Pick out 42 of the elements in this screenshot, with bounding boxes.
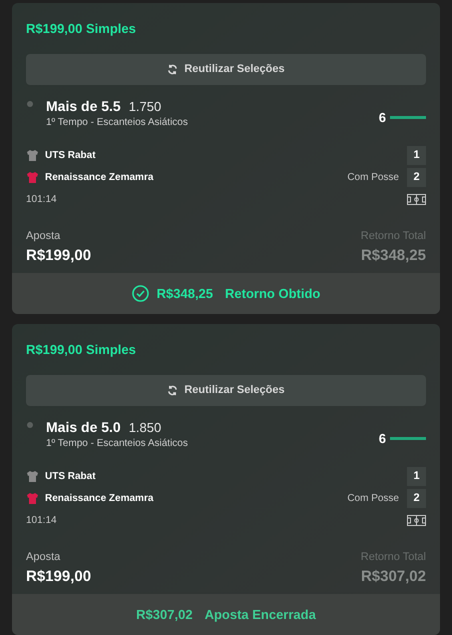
bet-title: R$199,00 Simples <box>26 20 137 38</box>
possession-label: Com Posse <box>347 492 399 506</box>
market-name: 1º Tempo - Escanteios Asiáticos <box>46 438 189 450</box>
refresh-icon <box>167 385 178 396</box>
selection-odds: 1.750 <box>128 98 162 116</box>
selection-score: 6 <box>378 109 386 127</box>
result-label: Aposta Encerrada <box>204 606 316 624</box>
return-amount: R$307,02 <box>360 566 426 586</box>
match-time: 101:14 <box>26 514 57 528</box>
team-score: 2 <box>407 488 426 508</box>
progress-line <box>390 116 426 120</box>
stake-amount: R$199,00 <box>26 246 92 266</box>
reuse-button[interactable]: Reutilizar Seleções <box>26 375 426 406</box>
reuse-button[interactable]: Reutilizar Seleções <box>26 54 426 85</box>
result-amount: R$307,02 <box>136 606 193 624</box>
refresh-icon <box>167 64 178 75</box>
return-label: Retorno Total <box>360 550 426 565</box>
market-name: 1º Tempo - Escanteios Asiáticos <box>46 117 189 129</box>
possession-label: Com Posse <box>347 170 399 184</box>
selection-odds: 1.850 <box>128 419 162 437</box>
selection-score: 6 <box>378 430 386 448</box>
team-name: Renaissance Zemamra <box>45 492 154 506</box>
match-time: 101:14 <box>26 193 57 207</box>
return-label: Retorno Total <box>360 229 426 244</box>
bet-title: R$199,00 Simples <box>26 341 137 359</box>
stake-amount: R$199,00 <box>26 566 92 586</box>
team-score: 2 <box>407 168 426 186</box>
team-score: 1 <box>407 146 426 164</box>
pitch-icon <box>407 515 426 526</box>
selection-name: Mais de 5.5 <box>46 97 121 116</box>
team-score: 1 <box>407 466 426 486</box>
team-name: UTS Rabat <box>45 148 97 162</box>
pitch-icon <box>407 194 426 205</box>
result-amount: R$348,25 <box>156 284 214 303</box>
selection-name: Mais de 5.0 <box>46 418 121 437</box>
stake-label: Aposta <box>26 550 62 565</box>
progress-line <box>390 437 426 440</box>
result-label: Retorno Obtido <box>225 284 320 303</box>
stake-label: Aposta <box>26 229 62 244</box>
team-name: UTS Rabat <box>45 470 97 484</box>
team-name: Renaissance Zemamra <box>45 170 154 184</box>
return-amount: R$348,25 <box>360 246 426 266</box>
